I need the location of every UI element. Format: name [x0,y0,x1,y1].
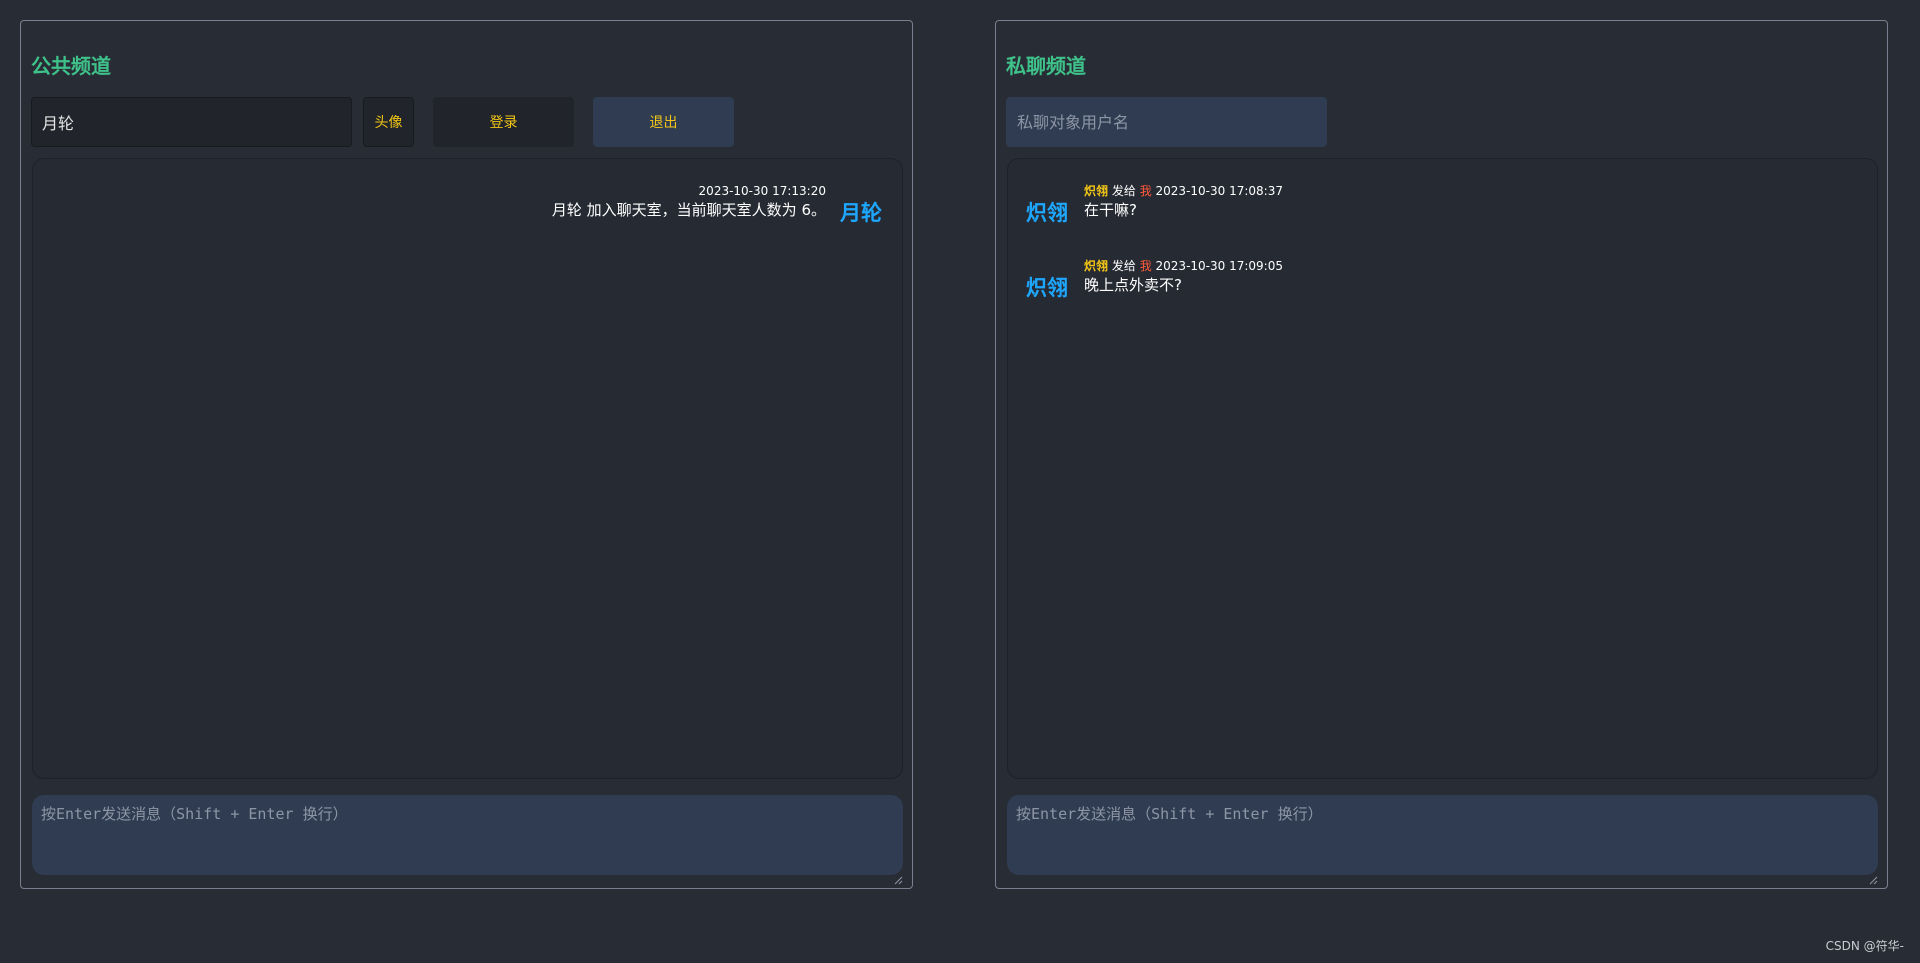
logout-button[interactable]: 退出 [593,97,734,147]
sender-name: 炽翎 [1084,259,1109,273]
public-message-input[interactable] [32,795,903,875]
message-text: 在干嘛? [1084,201,1137,219]
avatar-button[interactable]: 头像 [363,97,414,147]
message-body: 炽翎 发给 我 2023-10-30 17:08:37 在干嘛? [1084,183,1283,221]
send-to-label: 发给 [1111,184,1136,198]
resize-grip-icon[interactable] [893,875,903,885]
recipient-name: 我 [1139,184,1152,198]
private-message-input[interactable] [1007,795,1878,875]
avatar: 月轮 [840,201,882,225]
avatar: 炽翎 [1026,276,1068,300]
send-to-label: 发给 [1111,259,1136,273]
public-channel-title: 公共频道 [31,54,111,78]
message-body: 2023-10-30 17:13:20 月轮 加入聊天室，当前聊天室人数为 6。 [552,183,826,221]
watermark: CSDN @符华- [1825,939,1904,953]
public-channel-panel: 公共频道 头像 登录 退出 2023-10-30 17:13:20 月轮 加入聊… [20,20,913,889]
public-message-list[interactable]: 2023-10-30 17:13:20 月轮 加入聊天室，当前聊天室人数为 6。… [32,158,903,779]
message-meta: 炽翎 发给 我 2023-10-30 17:09:05 [1084,258,1283,274]
message-text: 晚上点外卖不? [1084,276,1182,294]
message-item: 2023-10-30 17:13:20 月轮 加入聊天室，当前聊天室人数为 6。… [552,183,882,227]
message-meta: 炽翎 发给 我 2023-10-30 17:08:37 [1084,183,1283,199]
login-button[interactable]: 登录 [433,97,574,147]
message-timestamp: 2023-10-30 17:13:20 [698,184,826,198]
message-text: 月轮 加入聊天室，当前聊天室人数为 6。 [551,201,826,219]
recipient-username-input[interactable] [1006,97,1327,147]
message-item: 炽翎 炽翎 发给 我 2023-10-30 17:08:37 在干嘛? [1026,183,1283,227]
resize-grip-icon[interactable] [1868,875,1878,885]
message-timestamp: 2023-10-30 17:09:05 [1155,259,1283,273]
username-input[interactable] [31,97,352,147]
private-channel-title: 私聊频道 [1006,54,1086,78]
private-channel-panel: 私聊频道 炽翎 炽翎 发给 我 2023-10-30 17:08:37 在干嘛?… [995,20,1888,889]
private-message-list[interactable]: 炽翎 炽翎 发给 我 2023-10-30 17:08:37 在干嘛? 炽翎 炽… [1007,158,1878,779]
message-item: 炽翎 炽翎 发给 我 2023-10-30 17:09:05 晚上点外卖不? [1026,258,1283,302]
sender-name: 炽翎 [1084,184,1109,198]
avatar: 炽翎 [1026,201,1068,225]
message-body: 炽翎 发给 我 2023-10-30 17:09:05 晚上点外卖不? [1084,258,1283,296]
message-timestamp: 2023-10-30 17:08:37 [1155,184,1283,198]
recipient-name: 我 [1139,259,1152,273]
